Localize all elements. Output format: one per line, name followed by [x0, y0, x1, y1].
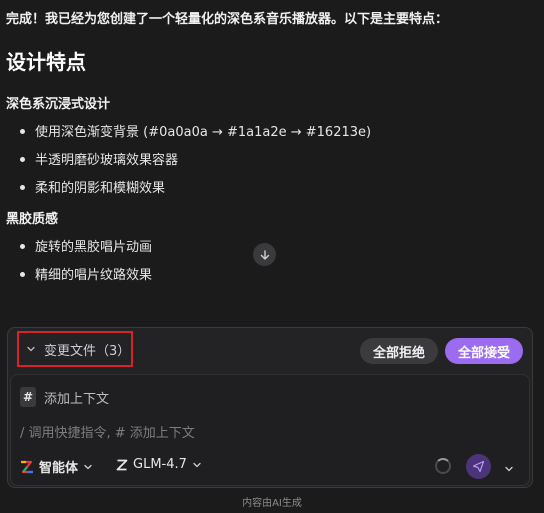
list-item: 柔和的阴影和模糊效果 — [20, 177, 165, 196]
chevron-down-icon — [27, 346, 35, 352]
bullet-icon — [20, 185, 25, 190]
bullet-icon — [20, 272, 25, 277]
more-options-button[interactable] — [504, 459, 514, 478]
changed-files-toggle[interactable]: 变更文件（3） — [17, 331, 133, 367]
send-icon — [472, 460, 485, 473]
agent-selector[interactable]: 智能体 — [20, 457, 93, 476]
list-item-text: 精细的唱片纹路效果 — [35, 268, 153, 283]
list-item-text: 使用深色渐变背景 (#0a0a0a → #1a1a2e → #16213e) — [35, 125, 372, 140]
loading-spinner-icon — [435, 458, 451, 474]
arrow-down-icon — [260, 249, 269, 260]
list-item-text: 柔和的阴影和模糊效果 — [35, 181, 166, 196]
reject-all-button[interactable]: 全部拒绝 — [360, 338, 438, 364]
add-context-label: 添加上下文 — [44, 391, 110, 407]
list-item: 旋转的黑胶唱片动画 — [20, 236, 152, 255]
bullet-icon — [20, 244, 25, 249]
list-item: 使用深色渐变背景 (#0a0a0a → #1a1a2e → #16213e) — [20, 121, 371, 140]
chat-input[interactable]: / 调用快捷指令, # 添加上下文 — [20, 422, 195, 441]
list-item: 半透明磨砂玻璃效果容器 — [20, 149, 178, 168]
model-selector[interactable]: GLM-4.7 — [116, 457, 202, 472]
message-intro: 完成！我已经为您创建了一个轻量化的深色系音乐播放器。以下是主要特点： — [6, 12, 449, 27]
changed-files-bar: 变更文件（3） 全部拒绝 全部接受 — [8, 328, 532, 373]
hash-icon: # — [20, 387, 36, 407]
subsection-title: 深色系沉浸式设计 — [6, 97, 111, 112]
list-item: 精细的唱片纹路效果 — [20, 264, 152, 283]
changed-files-label: 变更文件（3） — [44, 343, 131, 359]
accept-all-button[interactable]: 全部接受 — [445, 338, 523, 364]
composer-panel: 变更文件（3） 全部拒绝 全部接受 # 添加上下文 / 调用快捷指令, # 添加… — [7, 327, 533, 488]
subsection-title: 黑胶质感 — [6, 212, 59, 227]
bullet-icon — [20, 157, 25, 162]
scroll-to-bottom-button[interactable] — [253, 243, 276, 266]
list-item-text: 半透明磨砂玻璃效果容器 — [35, 153, 179, 168]
add-context-button[interactable]: # 添加上下文 — [20, 387, 109, 407]
chat-input-area[interactable]: # 添加上下文 / 调用快捷指令, # 添加上下文 智能体 GLM-4.7 — [10, 374, 530, 486]
bullet-icon — [20, 129, 25, 134]
zhipu-logo-icon — [116, 459, 128, 470]
send-button[interactable] — [466, 454, 491, 479]
chevron-down-icon — [505, 466, 513, 472]
model-label: GLM-4.7 — [133, 457, 187, 472]
agent-label: 智能体 — [39, 461, 79, 476]
list-item-text: 旋转的黑胶唱片动画 — [35, 240, 153, 255]
agent-logo-icon — [21, 460, 33, 473]
chevron-down-icon — [193, 462, 201, 467]
chat-message: 完成！我已经为您创建了一个轻量化的深色系音乐播放器。以下是主要特点： 设计特点 … — [0, 0, 544, 330]
section-heading: 设计特点 — [6, 50, 86, 74]
chevron-down-icon — [84, 464, 92, 469]
composer-toolbar: 智能体 GLM-4.7 — [20, 454, 520, 479]
ai-disclaimer: 内容由AI生成 — [242, 498, 302, 509]
